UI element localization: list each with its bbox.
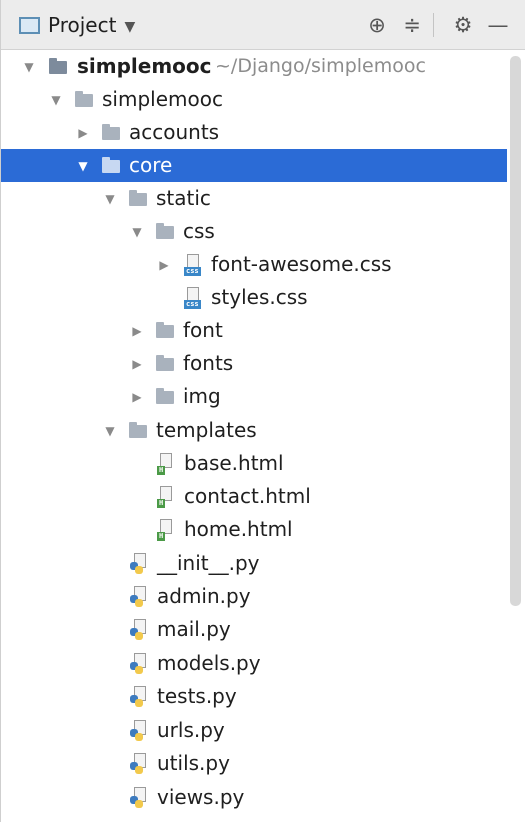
vertical-scrollbar[interactable] <box>510 56 521 606</box>
collapse-all-icon[interactable]: ≑ <box>398 11 426 39</box>
tree-row-core[interactable]: ▼ core <box>1 149 507 182</box>
tree-label: simplemooc <box>77 54 212 78</box>
tree-row-img[interactable]: ▶ img <box>1 380 507 413</box>
tree-row-styles-css[interactable]: css styles.css <box>1 281 507 314</box>
tree-row-base-html[interactable]: H base.html <box>1 447 507 480</box>
tree-label: models.py <box>157 651 261 675</box>
python-file-icon <box>128 647 150 680</box>
tree-label: base.html <box>184 451 284 475</box>
folder-icon <box>127 414 149 447</box>
tree-label: mail.py <box>157 617 231 641</box>
folder-icon <box>154 314 176 347</box>
tree-label: __init__.py <box>157 551 260 575</box>
tree-row-tests-py[interactable]: tests.py <box>1 680 507 713</box>
tree-label: urls.py <box>157 718 225 742</box>
collapsed-arrow-icon[interactable]: ▶ <box>130 380 144 413</box>
tree-label: utils.py <box>157 751 230 775</box>
folder-icon <box>47 50 69 83</box>
python-file-icon <box>128 680 150 713</box>
tree-row-simplemooc[interactable]: ▼ simplemooc <box>1 83 507 116</box>
collapsed-arrow-icon[interactable]: ▶ <box>130 347 144 380</box>
folder-icon <box>100 116 122 149</box>
project-view-selector[interactable]: Project ▼ <box>19 11 135 39</box>
python-file-icon <box>128 580 150 613</box>
tree-row-mail-py[interactable]: mail.py <box>1 613 507 646</box>
python-file-icon <box>128 613 150 646</box>
locate-icon[interactable]: ⊕ <box>363 11 391 39</box>
collapsed-arrow-icon[interactable]: ▶ <box>157 248 171 281</box>
tree-label: tests.py <box>157 684 237 708</box>
tree-row-urls-py[interactable]: urls.py <box>1 714 507 747</box>
tree-label: fonts <box>183 351 234 375</box>
tree-row-root-project[interactable]: ▼ simplemooc ~/Django/simplemooc <box>1 50 507 83</box>
tree-label: static <box>156 186 211 210</box>
dropdown-caret-icon: ▼ <box>124 18 136 35</box>
tree-row-contact-html[interactable]: H contact.html <box>1 480 507 513</box>
tree-label: templates <box>156 418 257 442</box>
tree-label: simplemooc <box>102 87 223 111</box>
folder-icon <box>73 83 95 116</box>
tree-row-admin-py[interactable]: admin.py <box>1 580 507 613</box>
project-tool-window: Project ▼ ⊕ ≑ ⚙ — ▼ simplemooc ~/Django/… <box>0 0 525 822</box>
expand-arrow-icon[interactable]: ▼ <box>103 414 117 447</box>
expand-arrow-icon[interactable]: ▼ <box>103 182 117 215</box>
tree-label: styles.css <box>211 285 308 309</box>
tree-label: contact.html <box>184 484 311 508</box>
tree-row-home-html[interactable]: H home.html <box>1 513 507 546</box>
tree-label: home.html <box>184 517 293 541</box>
expand-arrow-icon[interactable]: ▼ <box>49 83 63 116</box>
tree-label: accounts <box>129 120 220 144</box>
tree-label: views.py <box>157 785 245 809</box>
folder-icon <box>127 182 149 215</box>
gear-icon[interactable]: ⚙ <box>449 11 477 39</box>
folder-icon <box>154 380 176 413</box>
project-tree: ▼ simplemooc ~/Django/simplemooc ▼ simpl… <box>1 50 507 822</box>
tree-row-font-awesome-css[interactable]: ▶ css font-awesome.css <box>1 248 507 281</box>
project-icon <box>19 16 40 34</box>
python-file-icon <box>128 781 150 814</box>
tree-label: font-awesome.css <box>211 252 392 276</box>
html-file-icon: H <box>155 447 177 480</box>
html-file-icon: H <box>155 480 177 513</box>
tree-label: img <box>183 384 221 408</box>
css-file-icon: css <box>182 281 204 314</box>
tree-label: admin.py <box>157 584 251 608</box>
collapsed-arrow-icon[interactable]: ▶ <box>130 314 144 347</box>
expand-arrow-icon[interactable]: ▼ <box>76 149 90 182</box>
project-title: Project <box>48 13 117 37</box>
tree-row-init-py[interactable]: __init__.py <box>1 547 507 580</box>
project-path: ~/Django/simplemooc <box>215 55 426 77</box>
expand-arrow-icon[interactable]: ▼ <box>22 50 36 83</box>
tree-row-static[interactable]: ▼ static <box>1 182 507 215</box>
html-file-icon: H <box>155 513 177 546</box>
tree-row-templates[interactable]: ▼ templates <box>1 414 507 447</box>
tree-label: core <box>129 153 173 177</box>
tree-row-utils-py[interactable]: utils.py <box>1 747 507 780</box>
python-file-icon <box>128 547 150 580</box>
tree-row-models-py[interactable]: models.py <box>1 647 507 680</box>
tool-window-header: Project ▼ ⊕ ≑ ⚙ — <box>1 0 525 50</box>
tree-row-fonts[interactable]: ▶ fonts <box>1 347 507 380</box>
folder-icon <box>154 347 176 380</box>
hide-icon[interactable]: — <box>484 11 512 39</box>
tree-label: font <box>183 318 223 342</box>
expand-arrow-icon[interactable]: ▼ <box>130 215 144 248</box>
folder-icon <box>100 149 122 182</box>
tree-row-font[interactable]: ▶ font <box>1 314 507 347</box>
tree-row-views-py[interactable]: views.py <box>1 781 507 814</box>
tree-row-css[interactable]: ▼ css <box>1 215 507 248</box>
collapsed-arrow-icon[interactable]: ▶ <box>76 116 90 149</box>
header-divider <box>433 13 434 37</box>
tree-row-accounts[interactable]: ▶ accounts <box>1 116 507 149</box>
python-file-icon <box>128 714 150 747</box>
css-file-icon: css <box>182 248 204 281</box>
tree-label: css <box>183 219 215 243</box>
folder-icon <box>154 215 176 248</box>
python-file-icon <box>128 747 150 780</box>
